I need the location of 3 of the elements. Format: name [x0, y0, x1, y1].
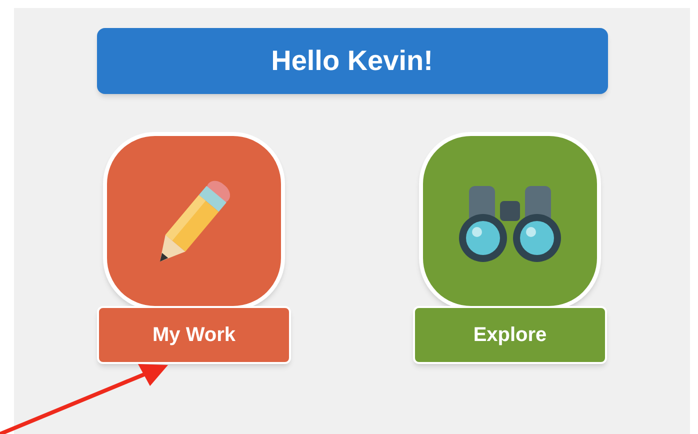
- greeting-title: Hello Kevin!: [271, 44, 433, 78]
- tile-button[interactable]: My Work: [97, 306, 291, 364]
- tile-button[interactable]: Explore: [413, 306, 607, 364]
